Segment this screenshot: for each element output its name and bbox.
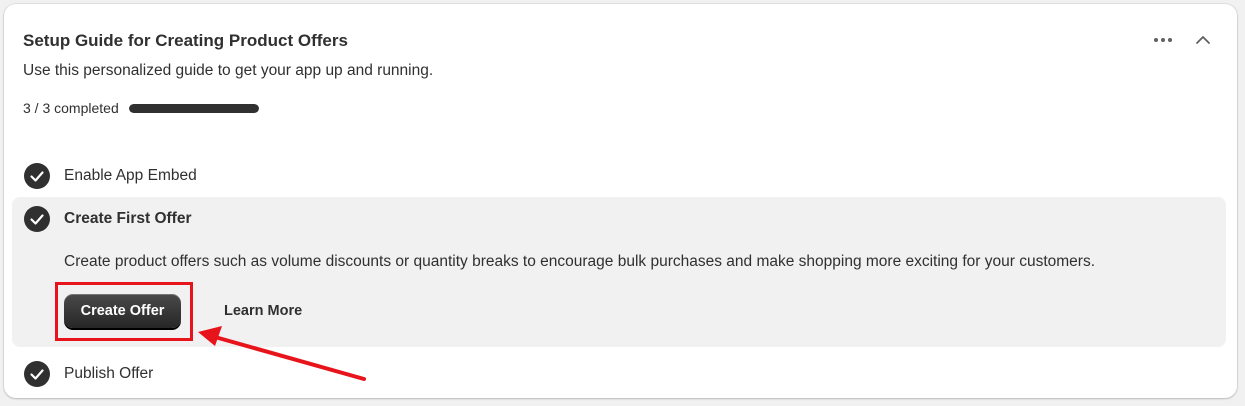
annotation-arrow-icon [198, 326, 366, 381]
